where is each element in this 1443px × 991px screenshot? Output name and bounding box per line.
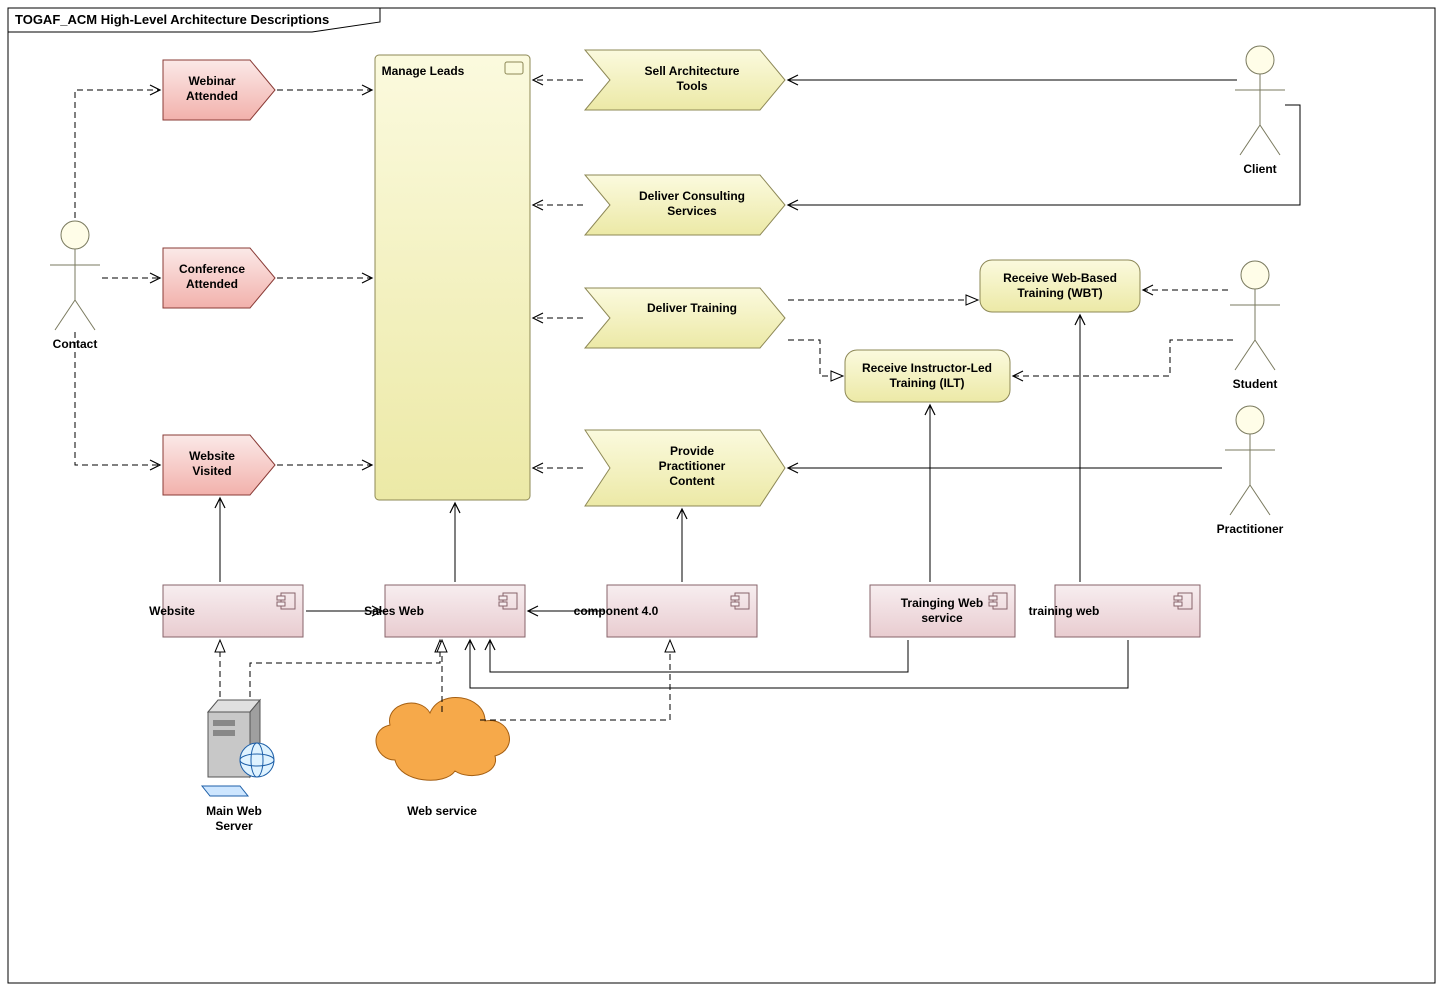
svg-text:Conference: Conference	[179, 262, 245, 276]
svg-text:Web service: Web service	[407, 804, 477, 818]
svg-text:Deliver Consulting: Deliver Consulting	[639, 189, 745, 203]
component-website: Website	[149, 585, 303, 637]
svg-text:Attended: Attended	[186, 277, 238, 291]
service-deliver-consulting: Deliver Consulting Services	[585, 175, 785, 235]
svg-text:Main Web: Main Web	[206, 804, 262, 818]
svg-text:Practitioner: Practitioner	[659, 459, 726, 473]
svg-text:Attended: Attended	[186, 89, 238, 103]
svg-text:Training (WBT): Training (WBT)	[1017, 286, 1102, 300]
service-deliver-training: Deliver Training	[585, 288, 785, 348]
svg-text:Client: Client	[1243, 162, 1276, 176]
svg-text:Manage Leads: Manage Leads	[382, 64, 465, 78]
activity-receive-wbt: Receive Web-Based Training (WBT)	[980, 260, 1140, 312]
svg-text:Tools: Tools	[676, 79, 707, 93]
svg-text:Training (ILT): Training (ILT)	[889, 376, 964, 390]
svg-text:service: service	[921, 611, 963, 625]
svg-text:Services: Services	[667, 204, 717, 218]
component-sales-web: Sales Web	[364, 585, 525, 637]
svg-text:Practitioner: Practitioner	[1217, 522, 1284, 536]
svg-text:Website: Website	[189, 449, 235, 463]
svg-text:Visited: Visited	[192, 464, 231, 478]
svg-text:Receive Web-Based: Receive Web-Based	[1003, 271, 1117, 285]
svg-text:Webinar: Webinar	[188, 74, 235, 88]
svg-text:Student: Student	[1233, 377, 1278, 391]
svg-text:Trainging Web: Trainging Web	[901, 596, 983, 610]
service-sell-tools: Sell Architecture Tools	[585, 50, 785, 110]
svg-text:Website: Website	[149, 604, 195, 618]
svg-text:Deliver Training: Deliver Training	[647, 301, 737, 315]
svg-text:Content: Content	[669, 474, 714, 488]
process-manage-leads: Manage Leads	[375, 55, 530, 500]
component-training-ws: Trainging Web service	[870, 585, 1015, 637]
diagram-title: TOGAF_ACM High-Level Architecture Descri…	[15, 12, 329, 27]
svg-text:training web: training web	[1029, 604, 1100, 618]
svg-text:Provide: Provide	[670, 444, 714, 458]
service-provide-content: Provide Practitioner Content	[585, 430, 785, 506]
svg-text:Receive Instructor-Led: Receive Instructor-Led	[862, 361, 992, 375]
svg-text:Sell Architecture: Sell Architecture	[645, 64, 740, 78]
activity-receive-ilt: Receive Instructor-Led Training (ILT)	[845, 350, 1010, 402]
svg-text:Server: Server	[215, 819, 253, 833]
